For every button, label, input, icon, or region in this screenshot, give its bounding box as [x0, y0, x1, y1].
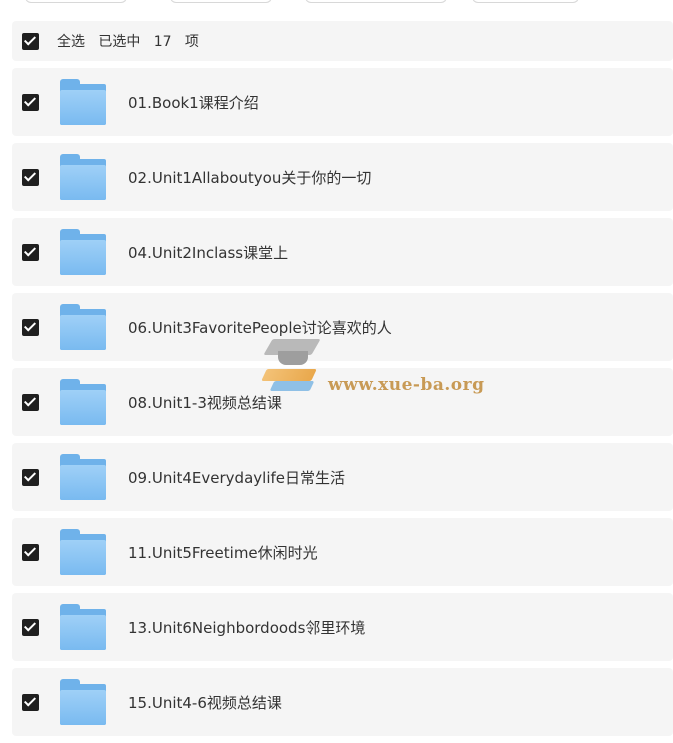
item-checkbox[interactable] — [22, 93, 39, 111]
list-item[interactable]: 09.Unit4Everydaylife日常生活 — [12, 443, 673, 511]
selected-count: 17 — [153, 34, 172, 50]
folder-name[interactable]: 11.Unit5Freetime休闲时光 — [128, 542, 318, 563]
folder-icon — [60, 604, 106, 650]
folder-icon — [60, 529, 106, 575]
item-checkbox[interactable] — [22, 243, 39, 261]
graduation-cap-base — [278, 351, 308, 365]
list-item[interactable]: 02.Unit1Allaboutyou关于你的一切 — [12, 143, 673, 211]
item-checkbox[interactable] — [22, 543, 39, 561]
folder-icon — [60, 79, 106, 125]
folder-icon-front — [60, 240, 106, 275]
item-checkbox[interactable] — [22, 618, 39, 636]
item-checkbox[interactable] — [22, 393, 39, 411]
selection-bar: 全选 已选中 17 项 — [12, 21, 673, 61]
list-item[interactable]: 04.Unit2Inclass课堂上 — [12, 218, 673, 286]
top-tab-4[interactable] — [472, 0, 579, 3]
list-item[interactable]: 13.Unit6Neighbordoods邻里环境 — [12, 593, 673, 661]
top-tab-strip — [0, 0, 673, 8]
folder-icon — [60, 154, 106, 200]
selection-status: 全选 已选中 17 项 — [57, 31, 199, 51]
folder-name[interactable]: 13.Unit6Neighbordoods邻里环境 — [128, 617, 365, 638]
folder-icon-front — [60, 165, 106, 200]
folder-icon-front — [60, 315, 106, 350]
item-checkbox[interactable] — [22, 468, 39, 486]
folder-icon-front — [60, 465, 106, 500]
watermark: www.xue-ba.org — [258, 331, 488, 421]
folder-icon-front — [60, 615, 106, 650]
folder-icon — [60, 379, 106, 425]
selected-prefix: 已选中 — [98, 34, 141, 50]
list-item[interactable]: 15.Unit4-6视频总结课 — [12, 668, 673, 736]
folder-icon-front — [60, 690, 106, 725]
item-checkbox[interactable] — [22, 318, 39, 336]
folder-name[interactable]: 02.Unit1Allaboutyou关于你的一切 — [128, 167, 371, 188]
list-item[interactable]: 01.Book1课程介绍 — [12, 68, 673, 136]
folder-name[interactable]: 04.Unit2Inclass课堂上 — [128, 242, 288, 263]
folder-icon-front — [60, 90, 106, 125]
item-checkbox[interactable] — [22, 693, 39, 711]
folder-name[interactable]: 01.Book1课程介绍 — [128, 92, 259, 113]
select-all-checkbox[interactable] — [22, 32, 39, 50]
watermark-text: www.xue-ba.org — [328, 375, 485, 395]
top-tab-2[interactable] — [170, 0, 272, 3]
folder-icon — [60, 304, 106, 350]
folder-icon-front — [60, 540, 106, 575]
book-icon — [261, 369, 317, 381]
book-icon-lower — [269, 381, 315, 391]
top-tab-3[interactable] — [305, 0, 447, 3]
select-all-label: 全选 — [57, 34, 85, 50]
folder-icon — [60, 679, 106, 725]
folder-icon — [60, 454, 106, 500]
folder-icon — [60, 229, 106, 275]
selected-unit: 项 — [184, 34, 199, 50]
list-item[interactable]: 11.Unit5Freetime休闲时光 — [12, 518, 673, 586]
top-tab-1[interactable] — [25, 0, 127, 3]
item-checkbox[interactable] — [22, 168, 39, 186]
folder-name[interactable]: 09.Unit4Everydaylife日常生活 — [128, 467, 345, 488]
folder-name[interactable]: 15.Unit4-6视频总结课 — [128, 692, 282, 713]
folder-icon-front — [60, 390, 106, 425]
